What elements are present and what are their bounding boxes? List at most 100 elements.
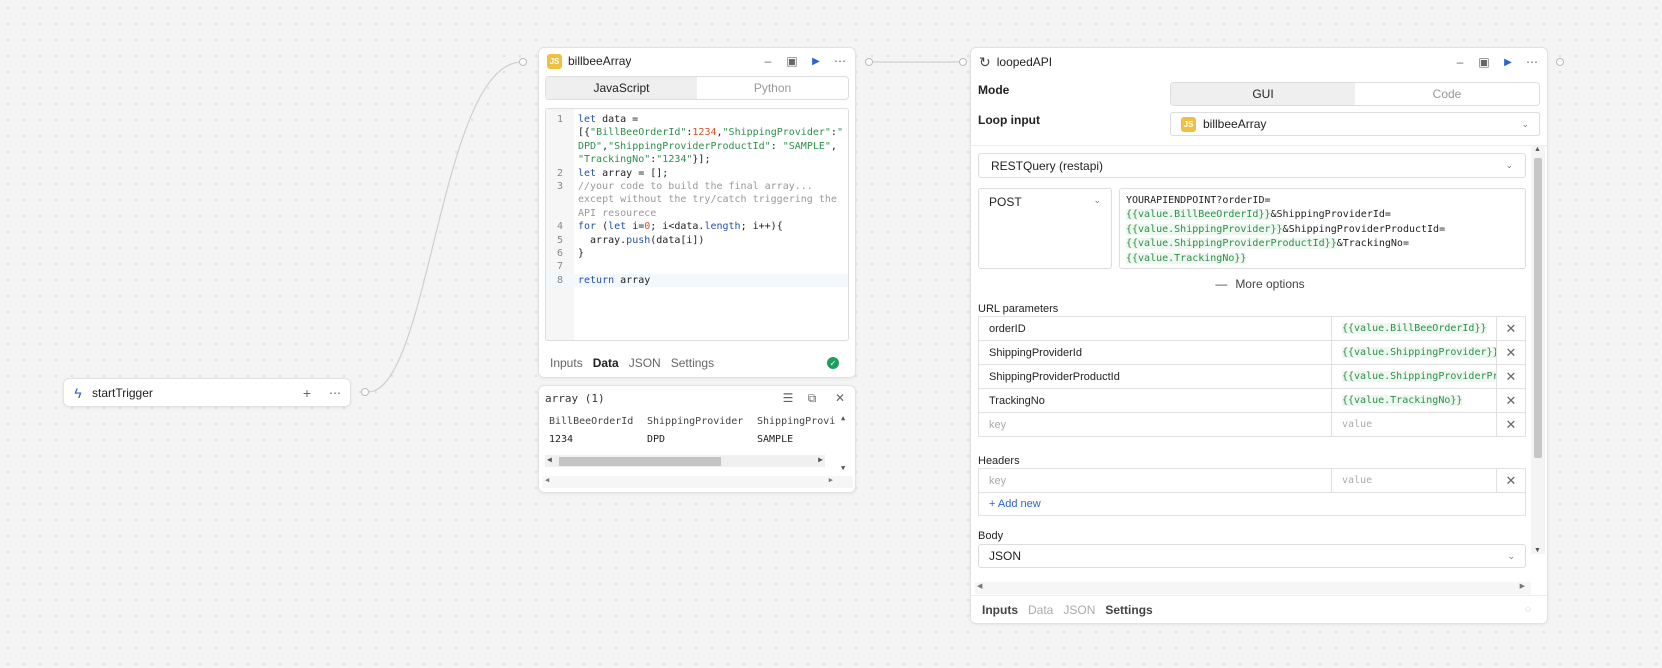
more-icon[interactable]: ⋯ [326,384,344,402]
run-icon[interactable]: ▶ [807,52,825,70]
billbee-output-port[interactable] [865,58,873,66]
billbee-bottom-tabs: Inputs Data JSON Settings ✓ [550,351,855,375]
tab-data[interactable]: Data [593,356,619,370]
success-icon: ✓ [827,357,839,369]
looped-bottom-tabs: Inputs Data JSON Settings ◌ [971,595,1547,623]
mode-code[interactable]: Code [1355,83,1539,105]
chevron-left-icon[interactable]: ◀ [547,455,552,464]
more-icon[interactable]: ⋯ [831,52,849,70]
param-remove-button[interactable]: ✕ [1496,388,1526,413]
looped-api-node[interactable]: ↻ loopedAPI – ▣ ▶ ⋯ Mode GUI Code Loop i… [970,47,1548,624]
headers-label: Headers [978,455,1020,467]
header-remove-button[interactable]: ✕ [1496,468,1526,493]
tab-inputs[interactable]: Inputs [982,603,1018,617]
header-key-input[interactable]: key [978,468,1332,493]
loading-icon: ◌ [1525,604,1531,615]
list-icon[interactable]: ☰ [779,389,797,407]
resource-select[interactable]: RESTQuery (restapi) ⌄ [978,153,1526,178]
billbee-title: billbeeArray [568,54,632,68]
param-key-input[interactable]: ShippingProviderProductId [978,364,1332,389]
param-value-input[interactable]: {{value.TrackingNo}} [1331,388,1497,413]
more-options-label: More options [1235,277,1305,291]
param-key-input[interactable]: key [978,412,1332,437]
billbee-input-port[interactable] [519,58,527,66]
code-line: 6} [556,248,585,260]
loop-input-select[interactable]: JS billbeeArray ⌄ [1170,112,1540,136]
code-line: except without the try/catch triggering … [578,194,837,206]
mode-toggle: GUI Code [1170,82,1540,106]
mode-gui[interactable]: GUI [1171,83,1355,105]
code-line: 7 [556,261,564,273]
bottom-scrollbar[interactable]: ◀ ▶ [543,476,853,488]
tab-json[interactable]: JSON [1063,603,1095,617]
start-trigger-node[interactable]: ϟ startTrigger + ⋯ [63,378,351,407]
tab-javascript[interactable]: JavaScript [546,77,697,99]
run-icon[interactable]: ▶ [1499,53,1517,71]
tab-settings[interactable]: Settings [1105,603,1152,617]
looped-output-port[interactable] [1556,58,1564,66]
param-remove-button[interactable]: ✕ [1496,316,1526,341]
method-select[interactable]: POST ⌄ [978,188,1112,269]
param-remove-button[interactable]: ✕ [1496,364,1526,389]
code-line: [{"BillBeeOrderId":1234,"ShippingProvide… [578,127,843,139]
array-table: BillBeeOrderId ShippingProvider Shipping… [539,410,855,490]
chevron-down-icon[interactable]: ▼ [1534,547,1541,554]
chevron-up-icon[interactable]: ▲ [1534,146,1541,153]
chevron-down-icon: ⌄ [1507,550,1515,561]
body-label: Body [978,530,1004,542]
param-remove-button[interactable]: ✕ [1496,340,1526,365]
close-icon: ✕ [1505,368,1517,384]
sidebar-icon[interactable]: ▣ [783,52,801,70]
tab-json[interactable]: JSON [629,356,661,370]
code-line: 3//your code to build the final array... [556,181,813,193]
horizontal-scrollbar[interactable]: ◀ ▶ [545,455,825,467]
vertical-scrollbar[interactable]: ▲ ▼ [1531,146,1545,554]
url-input[interactable]: YOURAPIENDPOINT?orderID={{value.BillBeeO… [1119,188,1526,269]
param-value-input[interactable]: {{value.ShippingProvider}} [1331,340,1497,365]
param-value-input[interactable]: value [1331,412,1497,437]
lightning-icon: ϟ [74,384,82,401]
body-type-value: JSON [989,549,1022,563]
param-key-input[interactable]: orderID [978,316,1332,341]
param-remove-button[interactable]: ✕ [1496,412,1526,437]
tab-data[interactable]: Data [1028,603,1053,617]
param-value-input[interactable]: {{value.BillBeeOrderId}} [1331,316,1497,341]
code-line: 8 return array [546,273,848,288]
js-icon: JS [1181,116,1196,132]
vertical-scrollbar[interactable]: ▲ ▼ [839,414,851,472]
query-scroll-area: RESTQuery (restapi) ⌄ POST ⌄ YOURAPIENDP… [971,145,1547,595]
close-icon: ✕ [1505,392,1517,408]
param-key-input[interactable]: TrackingNo [978,388,1332,413]
add-header-button[interactable]: + Add new [978,492,1526,516]
tab-settings[interactable]: Settings [671,356,714,370]
copy-icon[interactable]: ⧉ [803,389,821,407]
close-icon[interactable]: ✕ [831,389,849,407]
more-options-button[interactable]: — More options [971,277,1547,291]
looped-input-port[interactable] [959,58,967,66]
method-value: POST [989,195,1022,209]
loop-input-label: Loop input [978,113,1040,127]
sidebar-icon[interactable]: ▣ [1475,53,1493,71]
minimize-icon[interactable]: – [759,52,777,70]
billbee-array-node[interactable]: JS billbeeArray – ▣ ▶ ⋯ JavaScript Pytho… [538,47,856,378]
column-header: ShippingProvider [647,416,744,427]
param-value-input[interactable]: {{value.ShippingProviderProductId}} [1331,364,1497,389]
horizontal-scrollbar[interactable]: ◀ ▶ [975,582,1531,594]
start-trigger-output-port[interactable] [361,388,369,396]
close-icon: ✕ [1505,472,1517,488]
body-type-select[interactable]: JSON ⌄ [978,544,1526,568]
array-title: array (1) [545,391,605,405]
chevron-down-icon[interactable]: ▼ [841,464,845,472]
minimize-icon[interactable]: – [1451,53,1469,71]
tab-inputs[interactable]: Inputs [550,356,583,370]
tab-python[interactable]: Python [697,77,848,99]
chevron-right-icon[interactable]: ▶ [818,455,823,464]
add-icon[interactable]: + [298,384,316,402]
add-new-label: + Add new [989,497,1041,510]
param-key-input[interactable]: ShippingProviderId [978,340,1332,365]
chevron-up-icon[interactable]: ▲ [841,414,845,422]
code-editor[interactable]: 1 let data = [{"BillBeeOrderId":1234,"Ship… [545,108,849,341]
code-line: 4 for (let i=0; i<data.length; i++){ [556,221,783,233]
more-icon[interactable]: ⋯ [1523,53,1541,71]
header-value-input[interactable]: value [1331,468,1497,493]
